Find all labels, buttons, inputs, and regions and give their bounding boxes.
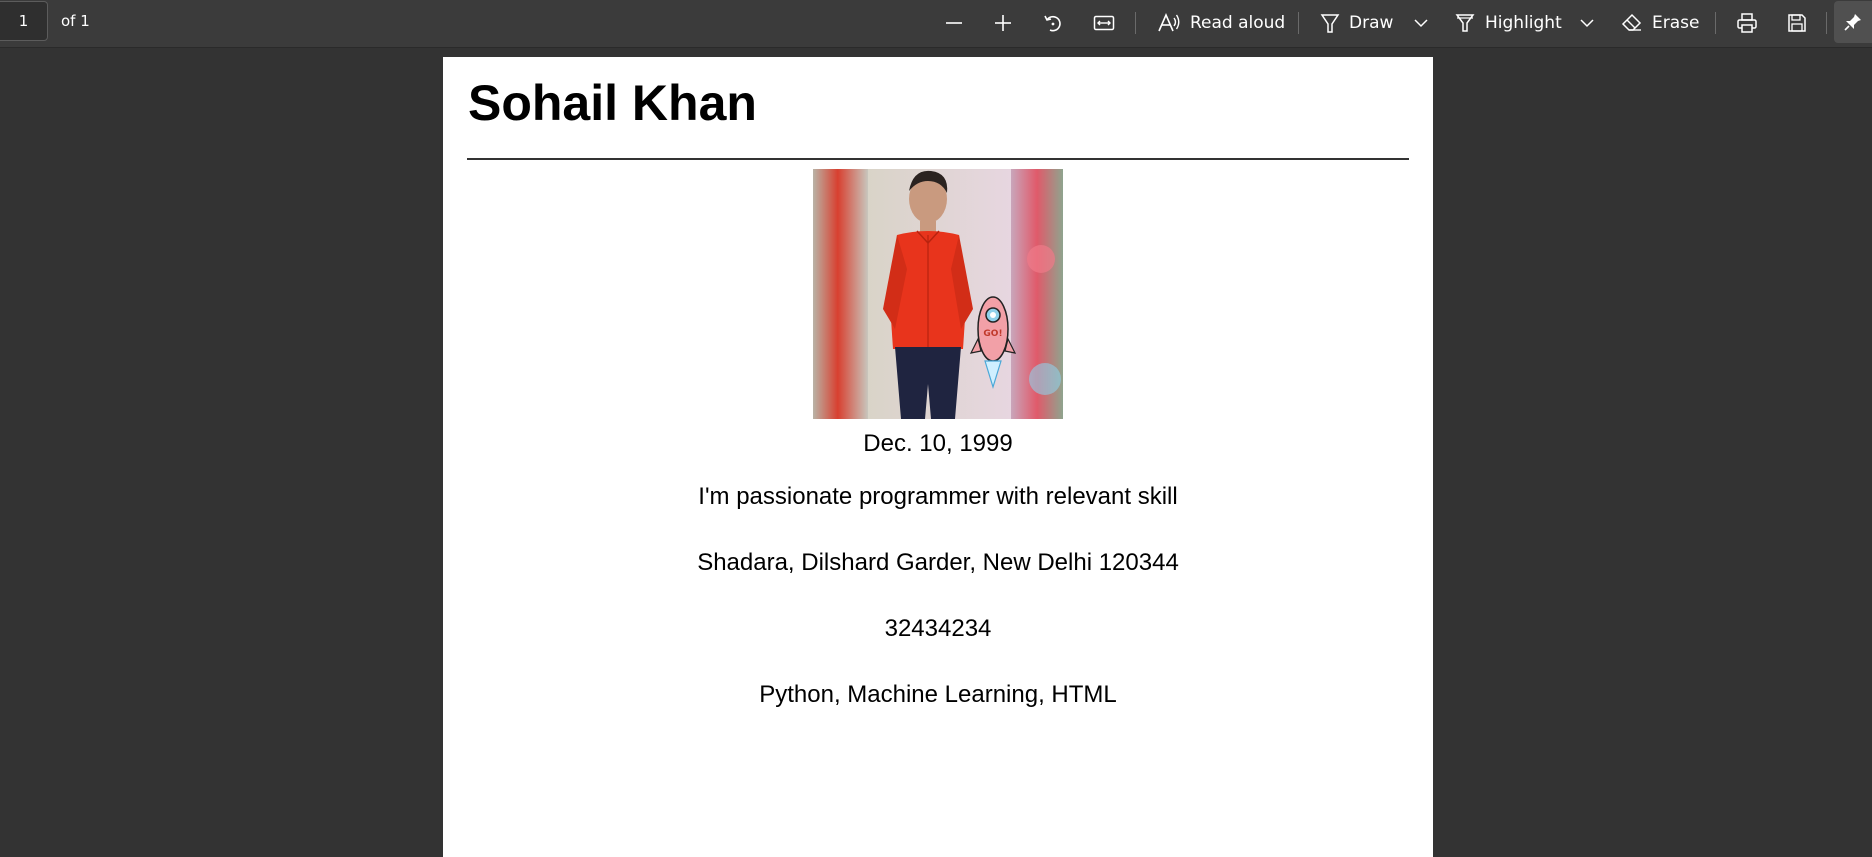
- bio-text: I'm passionate programmer with relevant …: [698, 483, 1178, 510]
- zoom-in-button[interactable]: [990, 4, 1016, 42]
- print-button[interactable]: [1734, 4, 1760, 42]
- save-icon: [1788, 14, 1806, 32]
- zoom-out-button[interactable]: [941, 4, 967, 42]
- pin-icon: [1844, 14, 1861, 31]
- page-count-label: of 1: [61, 12, 90, 30]
- pdf-page: Sohail Khan GO! Dec. 10, 1999 I'm passio…: [443, 57, 1433, 857]
- chevron-down-icon: [1414, 19, 1428, 28]
- read-aloud-button[interactable]: Read aloud: [1157, 4, 1285, 42]
- toolbar-separator: [1715, 12, 1716, 34]
- rotate-button[interactable]: [1040, 4, 1066, 42]
- toolbar-separator: [1135, 12, 1136, 34]
- highlight-icon: [1455, 14, 1475, 32]
- erase-label: Erase: [1652, 13, 1700, 33]
- title-divider: [467, 158, 1409, 160]
- chevron-down-icon: [1580, 19, 1594, 28]
- highlight-options-button[interactable]: [1578, 4, 1596, 42]
- fit-width-button[interactable]: [1091, 4, 1117, 42]
- skills-text: Python, Machine Learning, HTML: [759, 681, 1117, 708]
- toolbar-separator: [1298, 12, 1299, 34]
- print-icon: [1737, 13, 1757, 33]
- draw-label: Draw: [1349, 13, 1394, 33]
- highlight-button[interactable]: Highlight: [1454, 4, 1562, 42]
- zoom-out-icon: [946, 22, 962, 24]
- address-text: Shadara, Dilshard Garder, New Delhi 1203…: [697, 549, 1179, 576]
- date-of-birth: Dec. 10, 1999: [863, 430, 1013, 457]
- rotate-icon: [1044, 15, 1061, 32]
- highlight-label: Highlight: [1485, 13, 1562, 33]
- draw-icon: [1320, 14, 1340, 33]
- resume-name: Sohail Khan: [468, 75, 757, 131]
- pdf-toolbar: 1 of 1 Read aloud Draw Highlight Erase: [0, 0, 1872, 48]
- read-aloud-icon: [1158, 13, 1180, 32]
- draw-options-button[interactable]: [1412, 4, 1430, 42]
- profile-photo: GO!: [813, 169, 1063, 419]
- page-number-input[interactable]: 1: [0, 1, 48, 41]
- save-button[interactable]: [1784, 4, 1810, 42]
- pin-toolbar-button[interactable]: [1834, 1, 1872, 43]
- svg-text:GO!: GO!: [983, 329, 1002, 339]
- read-aloud-label: Read aloud: [1190, 13, 1286, 33]
- toolbar-separator: [1826, 12, 1827, 34]
- fit-width-icon: [1093, 15, 1115, 31]
- erase-button[interactable]: Erase: [1621, 4, 1699, 42]
- eraser-icon: [1621, 13, 1642, 31]
- draw-button[interactable]: Draw: [1320, 4, 1393, 42]
- phone-number: 32434234: [884, 615, 992, 642]
- zoom-in-icon: [995, 15, 1011, 31]
